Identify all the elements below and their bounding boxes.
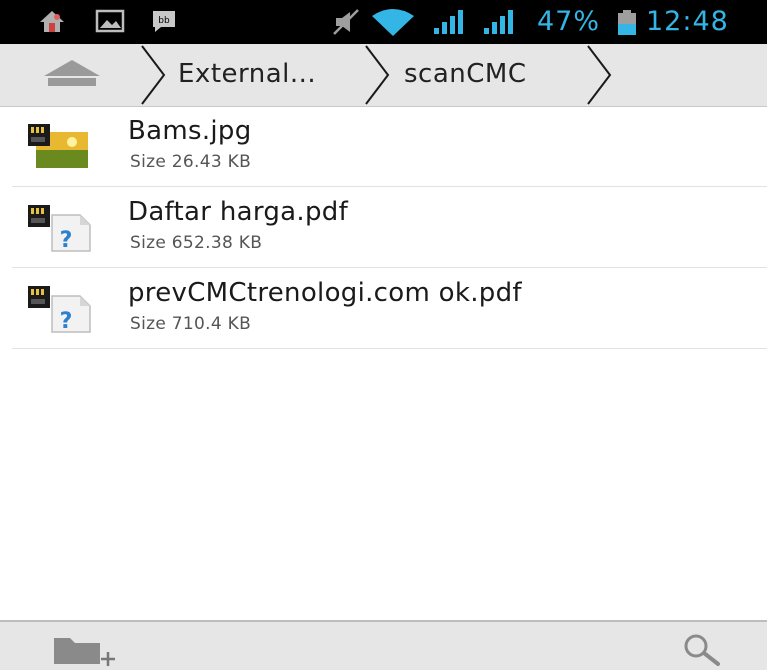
breadcrumb: External... scanCMC [0, 44, 767, 107]
breadcrumb-item-scancmc[interactable]: scanCMC [404, 44, 527, 106]
breadcrumb-separator-icon [141, 45, 166, 105]
file-size: Size 652.38 KB [130, 233, 263, 253]
file-size: Size 710.4 KB [130, 314, 252, 334]
unknown-file-icon: ? [26, 284, 92, 334]
search-button[interactable] [672, 630, 732, 670]
svg-text:?: ? [60, 228, 73, 253]
home-notification-icon [38, 8, 66, 38]
file-manager-screen: bb 47% 12:48 External... scanCMC Bams.jp… [0, 0, 767, 670]
battery-icon [616, 10, 638, 40]
file-size: Size 26.43 KB [130, 152, 252, 172]
wifi-icon [370, 8, 416, 42]
status-bar: bb 47% 12:48 [0, 0, 767, 44]
list-item[interactable]: Bams.jpg Size 26.43 KB [12, 106, 767, 187]
bbm-notification-icon: bb [150, 8, 178, 38]
battery-percentage: 47% [537, 6, 601, 37]
svg-text:bb: bb [158, 16, 170, 26]
file-name: Bams.jpg [128, 116, 252, 146]
breadcrumb-separator-icon [365, 45, 390, 105]
breadcrumb-item-external[interactable]: External... [178, 44, 316, 106]
mute-icon [330, 8, 362, 40]
list-item[interactable]: ? prevCMCtrenologi.com ok.pdf Size 710.4… [12, 268, 767, 349]
file-name: Daftar harga.pdf [128, 197, 349, 227]
breadcrumb-separator-icon [587, 45, 612, 105]
bottom-toolbar [0, 620, 767, 670]
unknown-file-icon: ? [26, 203, 92, 253]
home-button[interactable] [38, 58, 106, 92]
home-icon [44, 60, 100, 86]
file-name: prevCMCtrenologi.com ok.pdf [128, 278, 522, 308]
image-file-icon [26, 122, 92, 172]
svg-text:?: ? [60, 309, 73, 334]
gallery-notification-icon [95, 8, 125, 38]
new-folder-button[interactable] [50, 630, 122, 670]
list-item[interactable]: ? Daftar harga.pdf Size 652.38 KB [12, 187, 767, 268]
clock: 12:48 [646, 6, 729, 37]
signal-icon [482, 8, 522, 40]
new-folder-icon [54, 638, 115, 666]
signal-icon [432, 8, 472, 40]
search-icon [684, 634, 720, 666]
